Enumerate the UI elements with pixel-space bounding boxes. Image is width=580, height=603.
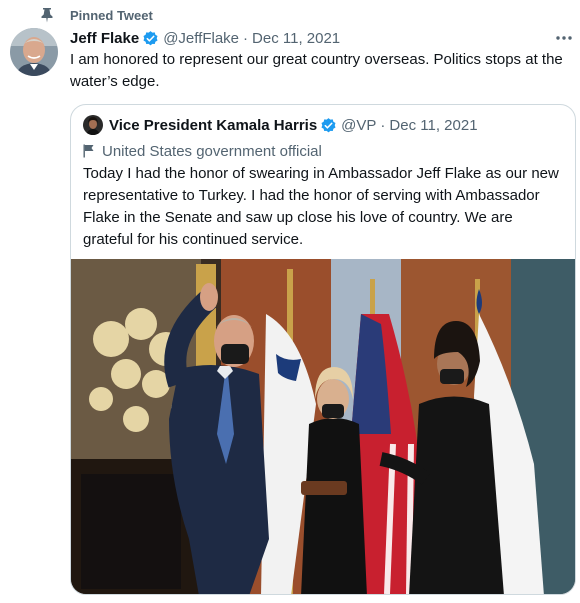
quoted-header: Vice President Kamala Harris @VP · Dec 1… xyxy=(109,115,478,135)
flag-icon xyxy=(83,144,94,158)
verified-badge-icon xyxy=(321,117,336,132)
pinned-label: Pinned Tweet xyxy=(70,8,153,23)
display-name[interactable]: Jeff Flake xyxy=(70,30,139,47)
tweet-date[interactable]: Dec 11, 2021 xyxy=(252,30,340,47)
tweet-header: Jeff Flake @JeffFlake · Dec 11, 2021 xyxy=(70,28,340,48)
quoted-date[interactable]: Dec 11, 2021 xyxy=(389,117,477,134)
separator-dot: · xyxy=(380,116,386,134)
avatar[interactable] xyxy=(10,28,58,76)
affiliation-text: United States government official xyxy=(102,142,322,160)
swearing-in-photo[interactable] xyxy=(71,259,576,595)
separator-dot: · xyxy=(243,29,249,47)
quoted-display-name[interactable]: Vice President Kamala Harris xyxy=(109,117,317,134)
handle[interactable]: @JeffFlake xyxy=(163,30,239,47)
tweet-text: I am honored to represent our great coun… xyxy=(70,51,563,90)
quoted-avatar[interactable] xyxy=(83,115,103,135)
verified-badge-icon xyxy=(143,30,158,45)
more-icon[interactable] xyxy=(554,30,574,46)
quoted-handle[interactable]: @VP xyxy=(341,117,376,134)
pin-icon xyxy=(41,8,53,23)
quoted-text: Today I had the honor of swearing in Amb… xyxy=(83,165,559,248)
affiliation-label: United States government official xyxy=(83,141,322,161)
quoted-tweet[interactable]: Vice President Kamala Harris @VP · Dec 1… xyxy=(70,104,576,595)
pinned-tweet[interactable]: Pinned Tweet Jeff Flake @JeffFlake · Dec… xyxy=(0,0,580,603)
